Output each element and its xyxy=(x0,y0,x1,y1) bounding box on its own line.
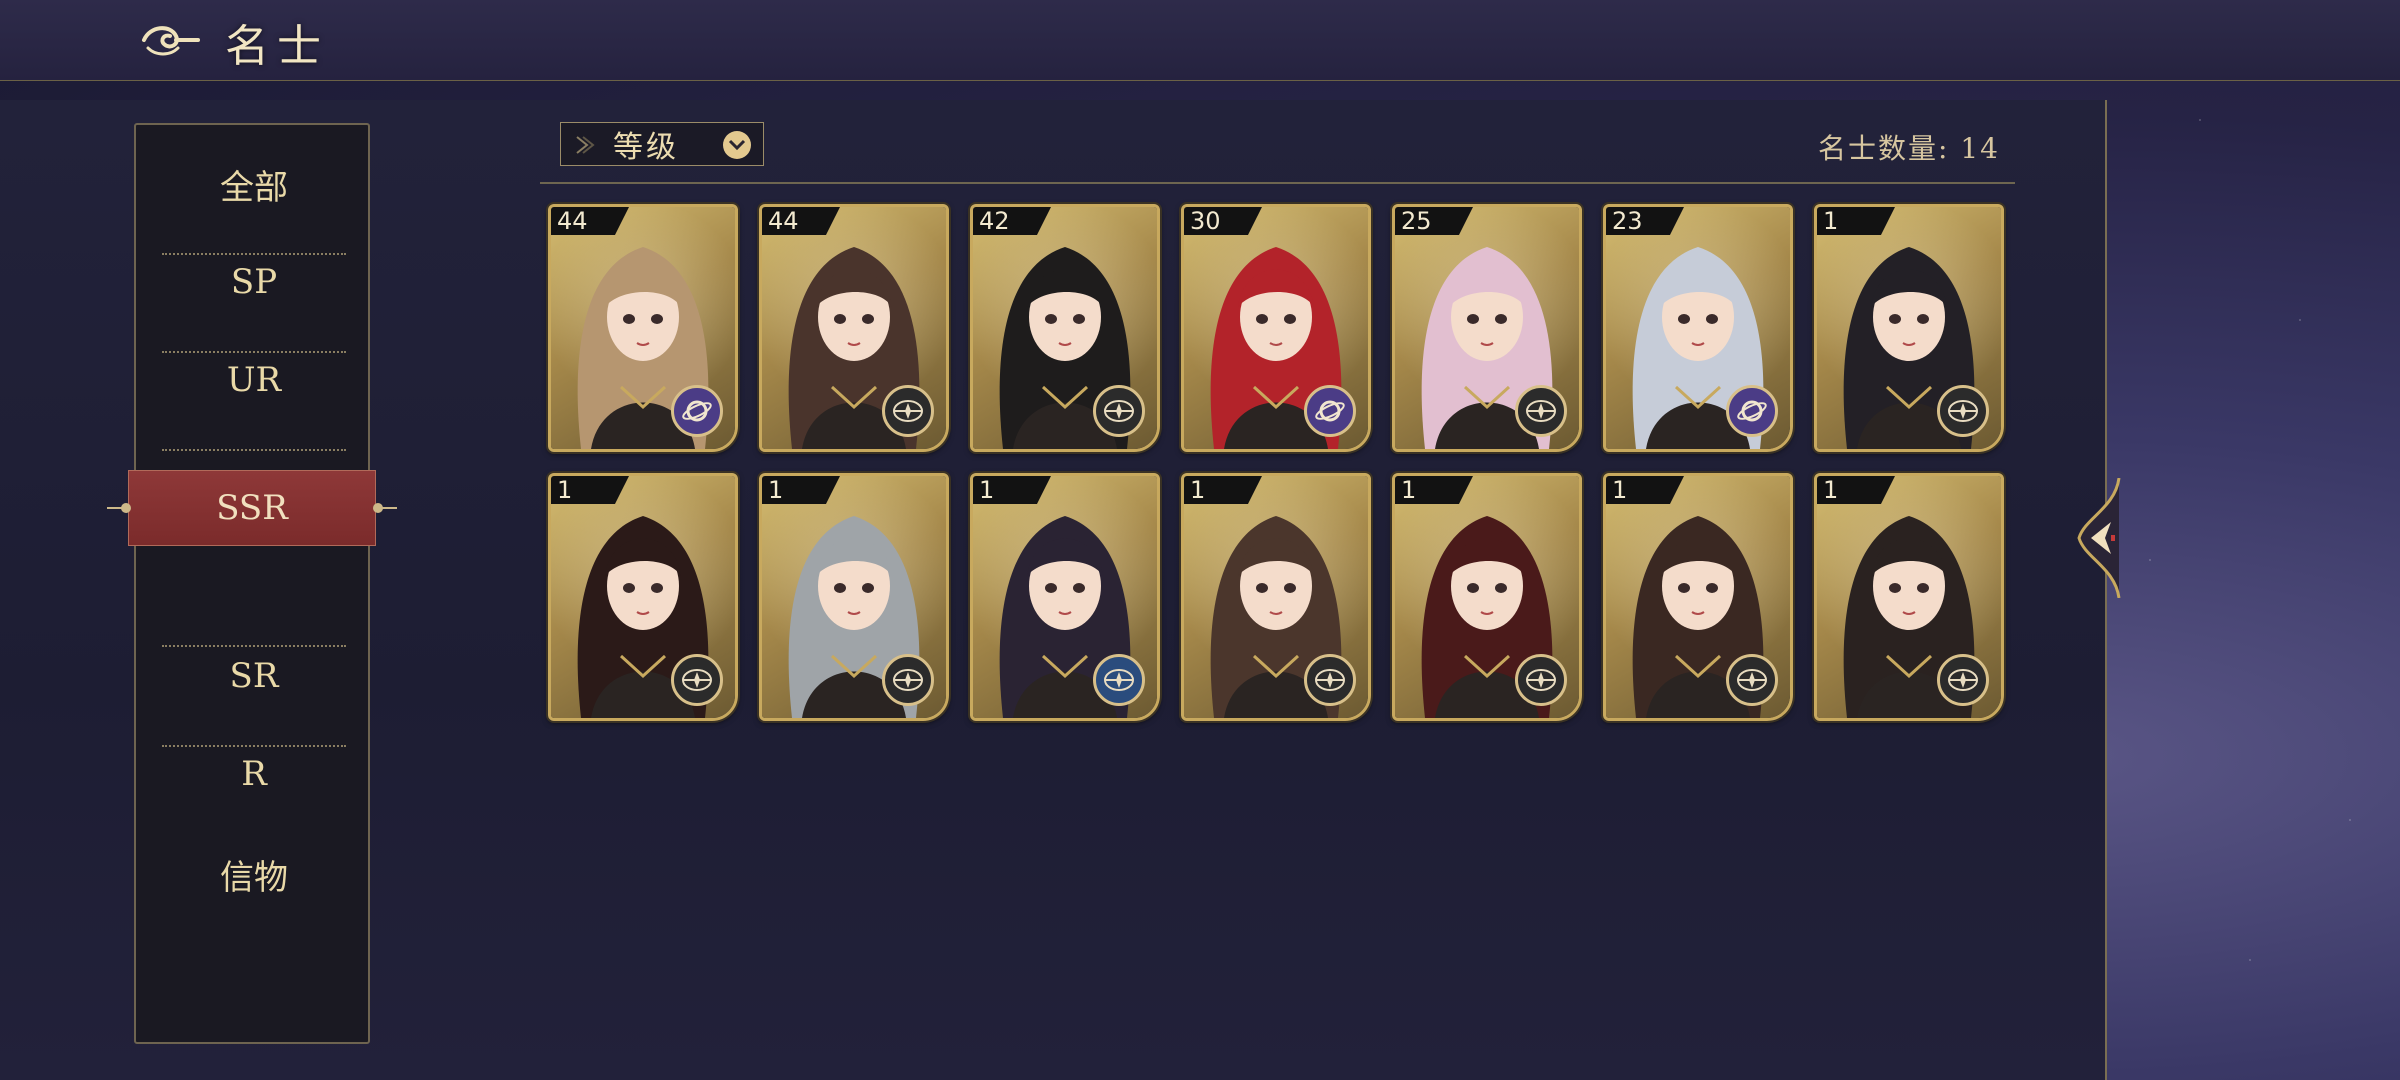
compass-icon xyxy=(1304,654,1356,706)
sidebar-item-label: R xyxy=(241,754,267,794)
character-card[interactable]: 1 xyxy=(970,473,1160,721)
character-card[interactable]: 1 xyxy=(759,473,949,721)
sidebar-item-ur[interactable]: UR xyxy=(162,331,346,429)
character-card[interactable]: 25 xyxy=(1392,204,1582,452)
character-card[interactable]: 1 xyxy=(1603,473,1793,721)
character-card[interactable]: 44 xyxy=(759,204,949,452)
character-card[interactable]: 1 xyxy=(1814,204,2004,452)
sidebar-item-r[interactable]: R xyxy=(162,725,346,823)
character-card[interactable]: 1 xyxy=(548,473,738,721)
character-card[interactable]: 42 xyxy=(970,204,1160,452)
divider xyxy=(162,449,346,451)
planet-icon xyxy=(671,385,723,437)
header-divider xyxy=(540,182,2015,184)
sidebar-item-label: UR xyxy=(226,360,282,400)
planet-icon xyxy=(1304,385,1356,437)
sort-label: 等级 xyxy=(613,130,679,165)
sidebar-item-label: SSR xyxy=(216,488,288,528)
compass-icon xyxy=(882,385,934,437)
compass-icon xyxy=(1937,654,1989,706)
sidebar-item-sr[interactable]: SR xyxy=(162,627,346,725)
compass-icon xyxy=(1726,654,1778,706)
cloud-swirl-icon[interactable] xyxy=(140,18,200,62)
character-card[interactable]: 1 xyxy=(1392,473,1582,721)
sidebar-item-token[interactable]: 信物 xyxy=(162,825,346,923)
sort-dropdown[interactable]: 等级 xyxy=(560,122,764,166)
sidebar-item-label: 信物 xyxy=(220,857,288,898)
sidebar-item-all[interactable]: 全部 xyxy=(162,135,346,233)
sidebar-item-label: SR xyxy=(229,656,279,696)
character-card[interactable]: 44 xyxy=(548,204,738,452)
chevron-down-icon[interactable] xyxy=(723,131,751,159)
compass-icon xyxy=(1937,385,1989,437)
compass-icon xyxy=(1093,385,1145,437)
compass-icon xyxy=(1515,385,1567,437)
character-card[interactable]: 23 xyxy=(1603,204,1793,452)
rarity-sidebar: 全部 SP UR SR R 信物 xyxy=(134,123,370,1044)
compass-icon xyxy=(1515,654,1567,706)
compass-icon xyxy=(882,654,934,706)
sidebar-item-ssr[interactable]: SSR xyxy=(107,470,397,546)
sort-decoration-icon xyxy=(576,136,595,154)
roster-count: 名士数量: 14 xyxy=(1818,132,2000,165)
compass-icon xyxy=(1093,654,1145,706)
collapse-arrow-icon[interactable] xyxy=(2075,478,2125,598)
sidebar-item-sp[interactable]: SP xyxy=(162,233,346,331)
planet-icon xyxy=(1726,385,1778,437)
sidebar-item-label: SP xyxy=(230,262,278,302)
page-title: 名士 xyxy=(225,21,329,72)
character-card[interactable]: 30 xyxy=(1181,204,1371,452)
character-card[interactable]: 1 xyxy=(1181,473,1371,721)
top-bar: 名士 xyxy=(0,0,2400,81)
divider xyxy=(162,645,346,647)
character-card[interactable]: 1 xyxy=(1814,473,2004,721)
divider xyxy=(162,745,346,747)
sidebar-item-label: 全部 xyxy=(220,167,288,208)
compass-icon xyxy=(671,654,723,706)
